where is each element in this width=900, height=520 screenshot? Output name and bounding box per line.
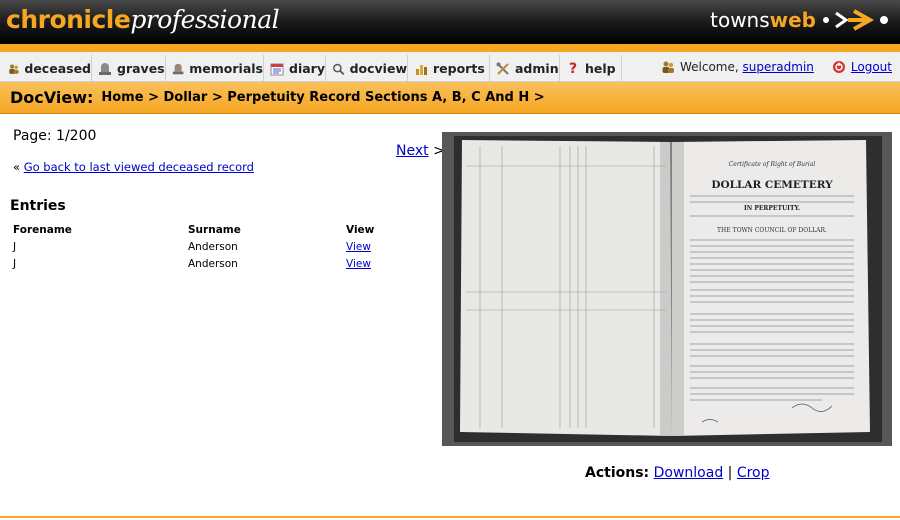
page-indicator: Page: 1/200	[13, 128, 97, 144]
nav-item-help[interactable]: ? help	[560, 55, 622, 82]
nav-label: graves	[117, 61, 165, 76]
nav-item-graves[interactable]: graves	[92, 55, 166, 82]
entries-heading: Entries	[10, 198, 66, 214]
surname-cell: Anderson	[188, 240, 238, 253]
council-text: THE TOWN COUNCIL OF DOLLAR.	[717, 227, 827, 234]
calendar-icon	[270, 63, 284, 75]
username-link[interactable]: superadmin	[743, 60, 814, 74]
nav-item-admin[interactable]: admin	[490, 55, 560, 82]
nav-item-diary[interactable]: diary	[264, 55, 326, 82]
logout-link[interactable]: Logout	[851, 60, 892, 74]
crop-link[interactable]: Crop	[737, 465, 770, 481]
question-icon: ?	[568, 60, 578, 77]
header-accent-strip	[0, 44, 900, 52]
page-title: DocView:	[10, 88, 94, 107]
logout-icon	[832, 61, 845, 73]
nav-label: reports	[433, 61, 485, 76]
view-cell: View	[343, 238, 390, 255]
nav-label: deceased	[24, 61, 91, 76]
back-to-deceased-link[interactable]: Go back to last viewed deceased record	[24, 160, 254, 174]
brand-towns: towns	[710, 8, 770, 32]
welcome-text: Welcome,	[679, 60, 739, 74]
certificate-title-text: Certificate of Right of Burial	[729, 161, 816, 168]
tools-icon	[496, 62, 509, 75]
perpetuity-text: IN PERPETUITY.	[744, 205, 800, 212]
nav-label: help	[585, 61, 616, 76]
user-area: Welcome, superadmin Logout	[661, 60, 892, 74]
nav-label: memorials	[189, 61, 263, 76]
forename-cell: J	[13, 257, 17, 270]
townsweb-logo[interactable]: towns web	[710, 8, 892, 32]
bar-chart-icon	[416, 64, 427, 75]
nav-label: admin	[515, 61, 559, 76]
view-cell: View	[343, 255, 390, 272]
surname-cell: Anderson	[188, 257, 238, 270]
magnifier-icon	[333, 63, 345, 75]
app-header: chronicleprofessional towns web	[0, 0, 900, 44]
col-forename: Forename	[13, 224, 72, 236]
entries-table: Forename Surname View J Anderson View J …	[10, 222, 390, 272]
nav-item-memorials[interactable]: memorials	[166, 55, 264, 82]
memorial-icon	[172, 63, 184, 74]
page-title-bar: DocView: Home > Dollar > Perpetuity Reco…	[0, 82, 900, 114]
breadcrumb[interactable]: Home > Dollar > Perpetuity Record Sectio…	[101, 90, 544, 105]
col-view: View	[346, 224, 375, 236]
nav-item-docview[interactable]: docview	[326, 55, 408, 82]
table-row: J Anderson View	[10, 238, 390, 255]
download-link[interactable]: Download	[654, 465, 724, 481]
nav-label: diary	[289, 61, 325, 76]
scanned-ledger-illustration: Certificate of Right of Burial DOLLAR CE…	[442, 132, 892, 446]
cemetery-name-text: DOLLAR CEMETERY	[711, 179, 833, 191]
back-link-row: « Go back to last viewed deceased record	[13, 160, 254, 174]
col-surname: Surname	[188, 224, 241, 236]
actions-separator: |	[727, 465, 733, 481]
nav-item-reports[interactable]: reports	[408, 55, 490, 82]
actions-label: Actions:	[585, 465, 650, 481]
next-row: Next >	[396, 143, 445, 159]
nav-item-deceased[interactable]: deceased	[2, 55, 92, 82]
grave-icon	[99, 62, 111, 75]
chronicle-professional-logo[interactable]: chronicleprofessional	[6, 5, 280, 39]
view-link[interactable]: View	[346, 258, 371, 270]
table-row: J Anderson View	[10, 255, 390, 272]
view-link[interactable]: View	[346, 241, 371, 253]
brand-web: web	[769, 8, 816, 32]
people-icon	[9, 64, 19, 74]
forename-cell: J	[13, 240, 17, 253]
footer-accent-line	[0, 516, 900, 518]
main-nav: deceased graves memorials diary docview …	[0, 52, 900, 82]
user-icon	[662, 61, 674, 73]
back-prefix: «	[13, 160, 21, 174]
nav-label: docview	[349, 61, 407, 76]
logo-chronicle: chronicle	[6, 5, 131, 34]
actions-row: Actions: Download | Crop	[585, 465, 770, 481]
townsweb-arrow-icon	[823, 9, 888, 31]
document-image[interactable]: Certificate of Right of Burial DOLLAR CE…	[442, 132, 892, 446]
logo-professional: professional	[130, 5, 280, 34]
table-header-row: Forename Surname View	[10, 222, 390, 238]
next-page-link[interactable]: Next	[396, 143, 429, 159]
